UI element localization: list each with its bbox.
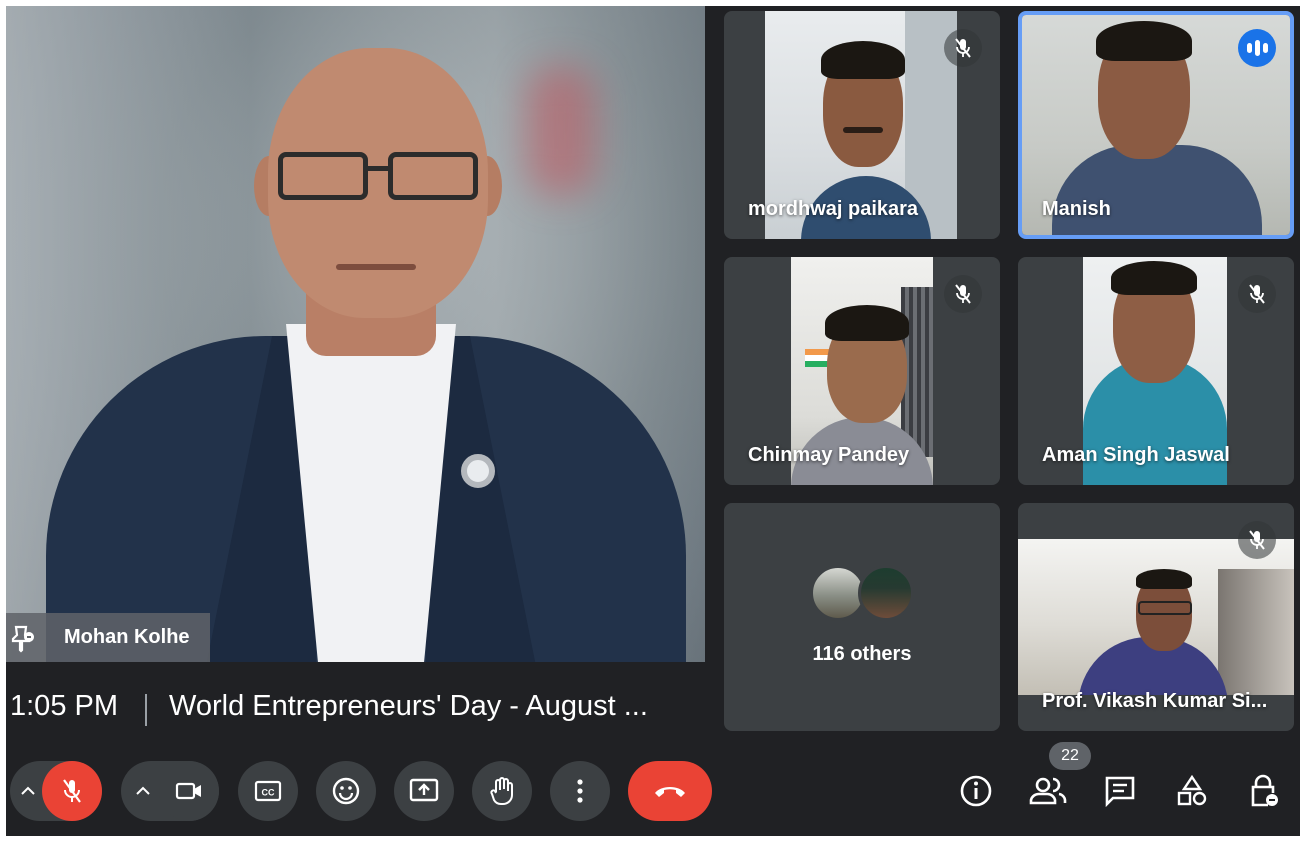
speaking-indicator-icon <box>1238 29 1276 67</box>
person-hair <box>821 41 905 79</box>
meeting-time: 1:05 PM <box>10 690 118 722</box>
speaker-name: Mohan Kolhe <box>64 626 190 648</box>
speaker-lapel-pin <box>461 454 495 488</box>
mic-off-icon <box>944 275 982 313</box>
mic-off-icon <box>1238 521 1276 559</box>
people-button[interactable] <box>1022 764 1074 818</box>
person-hair <box>825 305 909 341</box>
window-curtain <box>1218 569 1294 695</box>
meeting-info-button[interactable] <box>950 764 1002 818</box>
participant-video <box>1018 539 1294 695</box>
main-speaker-video[interactable]: Mohan Kolhe <box>6 6 705 662</box>
divider <box>145 694 147 726</box>
participant-tile[interactable]: mordhwaj paikara <box>724 11 1000 239</box>
participant-name: Prof. Vikash Kumar Si... <box>1042 690 1268 712</box>
participant-name: mordhwaj paikara <box>748 198 919 220</box>
captions-button[interactable]: CC <box>238 761 298 821</box>
speaker-mouth <box>336 264 416 270</box>
others-avatars <box>810 565 920 623</box>
mic-off-button[interactable] <box>42 761 102 821</box>
raise-hand-button[interactable] <box>472 761 532 821</box>
svg-text:CC: CC <box>262 788 275 798</box>
participant-tile[interactable]: Chinmay Pandey <box>724 257 1000 485</box>
host-controls-button[interactable] <box>1238 764 1290 818</box>
participant-name: Aman Singh Jaswal <box>1042 444 1230 466</box>
activities-button[interactable] <box>1166 764 1218 818</box>
avatar <box>858 565 914 621</box>
participant-name: Chinmay Pandey <box>748 444 910 466</box>
pin-icon[interactable] <box>6 613 40 662</box>
chat-button[interactable] <box>1094 764 1146 818</box>
end-call-button[interactable] <box>628 761 712 821</box>
person-body <box>1052 145 1262 235</box>
participant-name: Manish <box>1042 198 1111 220</box>
others-count-label: 116 others <box>812 643 912 665</box>
person-glasses <box>1138 601 1192 615</box>
video-options-chevron-icon[interactable] <box>125 761 161 821</box>
speaker-name-chip: Mohan Kolhe <box>6 613 210 662</box>
mic-off-icon <box>944 29 982 67</box>
more-options-button[interactable] <box>550 761 610 821</box>
person-moustache <box>843 127 883 133</box>
participant-tile[interactable]: Prof. Vikash Kumar Si... <box>1018 503 1294 731</box>
person-hair <box>1111 261 1197 295</box>
emoji-button[interactable] <box>316 761 376 821</box>
participant-tile-active[interactable]: Manish <box>1018 11 1294 239</box>
audio-options-chevron-icon[interactable] <box>10 761 46 821</box>
person-hair <box>1136 569 1192 589</box>
meet-window: Mohan Kolhe mordhwaj paikara Manish Chin… <box>6 6 1300 836</box>
present-screen-button[interactable] <box>394 761 454 821</box>
others-tile[interactable]: 116 others <box>724 503 1000 731</box>
speaker-glasses <box>278 152 478 202</box>
meeting-title: World Entrepreneurs' Day - August ... <box>169 690 648 722</box>
person-hair <box>1096 21 1192 61</box>
camera-button[interactable] <box>159 761 219 821</box>
mic-off-icon <box>1238 275 1276 313</box>
participant-tile[interactable]: Aman Singh Jaswal <box>1018 257 1294 485</box>
video-background-object <box>526 66 596 196</box>
